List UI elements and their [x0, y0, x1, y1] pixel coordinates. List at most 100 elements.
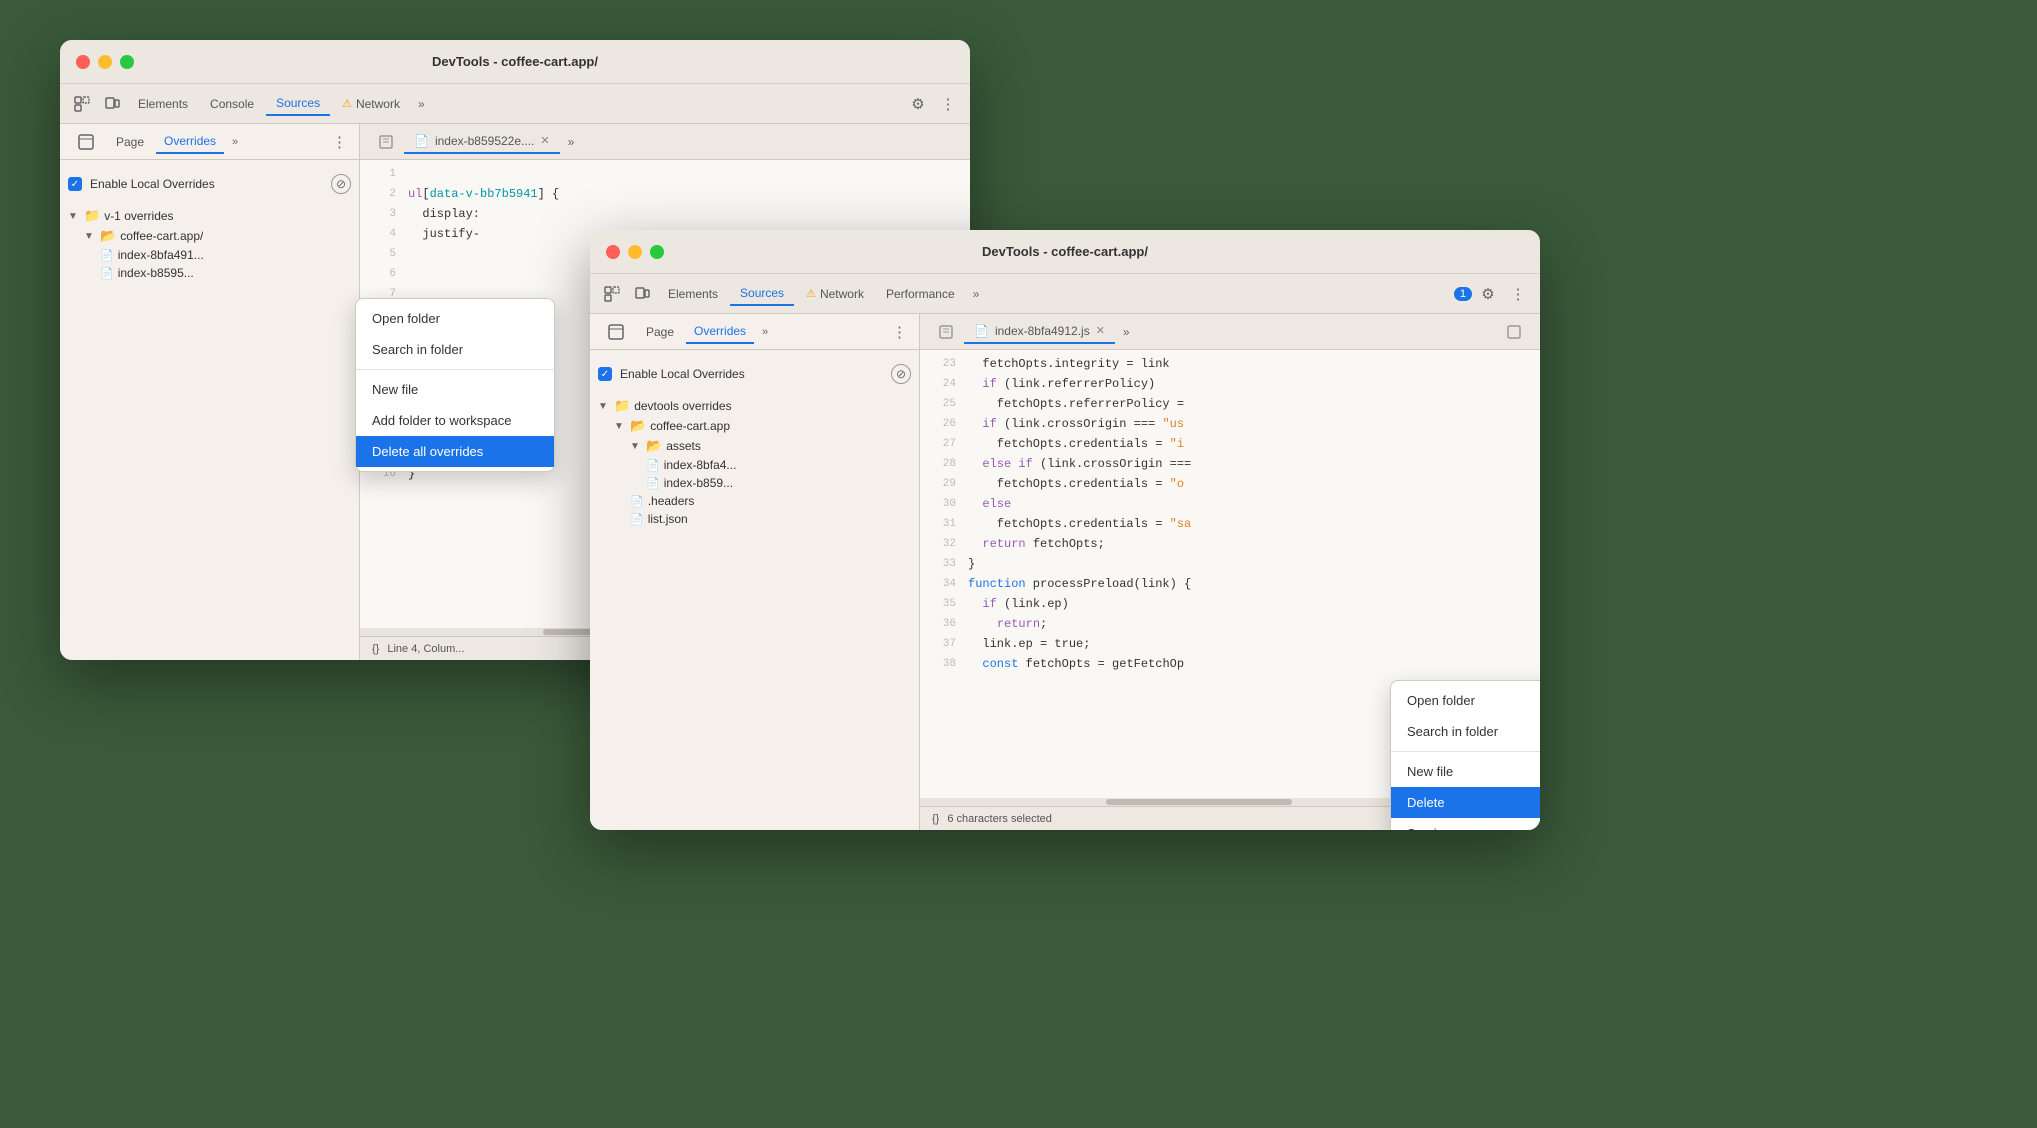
file-icon-headers-2: 📄 — [630, 495, 644, 508]
enable-overrides-checkbox-1[interactable]: ✓ — [68, 177, 82, 191]
tree-file-index8-2[interactable]: 📄 index-8bfa4... — [598, 456, 911, 474]
folder-icon-assets-2: 📂 — [646, 438, 662, 454]
ctx-delete-2[interactable]: Delete — [1391, 787, 1540, 818]
sidebar-content-1: ✓ Enable Local Overrides ⊘ ▼ 📁 v-1 overr… — [60, 160, 359, 660]
settings-icon-2[interactable]: ⚙ — [1474, 280, 1502, 308]
ctx-services-label-2: Services — [1407, 826, 1457, 830]
folder-icon-root-2: 📁 — [614, 398, 630, 414]
code-line-3: 3 display: — [360, 204, 970, 224]
tree-folder-coffee-2[interactable]: ▼ 📂 coffee-cart.app — [598, 416, 911, 436]
tree-arrow-root-2: ▼ — [598, 401, 610, 412]
file-icon-index8-2: 📄 — [646, 459, 660, 472]
sidebar-2: Page Overrides » ⋮ ✓ Enable Local Overri… — [590, 314, 920, 830]
tab-sources-2[interactable]: Sources — [730, 282, 794, 306]
tree-file-index8-1[interactable]: 📄 index-8bfa491... — [68, 246, 351, 264]
ctx-search-folder-1[interactable]: Search in folder — [356, 334, 554, 365]
ctx-new-file-2[interactable]: New file — [1391, 756, 1540, 787]
sidebar-icon-btn-1[interactable] — [68, 128, 104, 156]
ctx-services-2[interactable]: Services › — [1391, 818, 1540, 830]
tab-elements-1[interactable]: Elements — [128, 93, 198, 115]
window-title-2: DevTools - coffee-cart.app/ — [982, 244, 1148, 259]
ctx-add-folder-1[interactable]: Add folder to workspace — [356, 405, 554, 436]
code-line-36: 36 return; — [920, 614, 1540, 634]
ctx-search-folder-2[interactable]: Search in folder — [1391, 716, 1540, 747]
device-icon-2[interactable] — [628, 280, 656, 308]
editor-tab-label-2: index-8bfa4912.js — [995, 324, 1090, 338]
more-options-icon-1[interactable]: ⋮ — [934, 90, 962, 118]
clear-overrides-icon-2[interactable]: ⊘ — [891, 364, 911, 384]
editor-tab-more-2[interactable]: » — [1123, 325, 1130, 339]
code-line-2: 2 ul[data-v-bb7b5941] { — [360, 184, 970, 204]
inspector-icon[interactable] — [68, 90, 96, 118]
tab-console-1[interactable]: Console — [200, 93, 264, 115]
editor-collapse-icon-2[interactable] — [1496, 318, 1532, 346]
editor-sidebar-icon-1[interactable] — [368, 128, 404, 156]
ctx-delete-overrides-1[interactable]: Delete all overrides — [356, 436, 554, 467]
enable-overrides-label-1: Enable Local Overrides — [90, 177, 323, 191]
code-line-33: 33} — [920, 554, 1540, 574]
sidebar-tab-page-2[interactable]: Page — [638, 321, 682, 343]
sidebar-1: Page Overrides » ⋮ ✓ Enable Local Overri… — [60, 124, 360, 660]
tree-file-list-2[interactable]: 📄 list.json — [598, 510, 911, 528]
device-icon[interactable] — [98, 90, 126, 118]
ctx-open-folder-1[interactable]: Open folder — [356, 303, 554, 334]
tab-elements-2[interactable]: Elements — [658, 283, 728, 305]
tab-sources-1[interactable]: Sources — [266, 92, 330, 116]
enable-overrides-checkbox-2[interactable]: ✓ — [598, 367, 612, 381]
folder-icon-coffee-2: 📂 — [630, 418, 646, 434]
tree-file-indexb-1[interactable]: 📄 index-b8595... — [68, 264, 351, 282]
editor-tab-close-1[interactable]: ✕ — [540, 134, 549, 147]
tree-root-1: ▼ 📁 v-1 overrides — [68, 206, 351, 226]
code-line-23: 23 fetchOpts.integrity = link — [920, 354, 1540, 374]
code-line-29: 29 fetchOpts.credentials = "o — [920, 474, 1540, 494]
clear-overrides-icon-1[interactable]: ⊘ — [331, 174, 351, 194]
inspector-icon-2[interactable] — [598, 280, 626, 308]
code-line-26: 26 if (link.crossOrigin === "us — [920, 414, 1540, 434]
enable-overrides-label-2: Enable Local Overrides — [620, 367, 883, 381]
tab-more-2[interactable]: » — [967, 283, 986, 305]
enable-overrides-row-1: ✓ Enable Local Overrides ⊘ — [68, 170, 351, 198]
close-button-2[interactable] — [606, 245, 620, 259]
sidebar-tab-overrides-1[interactable]: Overrides — [156, 130, 224, 154]
code-line-1: 1 — [360, 164, 970, 184]
editor-tab-close-2[interactable]: ✕ — [1096, 324, 1105, 337]
more-options-icon-2[interactable]: ⋮ — [1504, 280, 1532, 308]
sidebar-menu-icon-2[interactable]: ⋮ — [888, 321, 911, 343]
tab-performance-2[interactable]: Performance — [876, 283, 965, 305]
ctx-open-folder-2[interactable]: Open folder — [1391, 685, 1540, 716]
sidebar-menu-icon-1[interactable]: ⋮ — [328, 131, 351, 153]
fullscreen-button-1[interactable] — [120, 55, 134, 69]
sidebar-tab-page-1[interactable]: Page — [108, 131, 152, 153]
minimize-button-1[interactable] — [98, 55, 112, 69]
tree-file-indexb-2[interactable]: 📄 index-b859... — [598, 474, 911, 492]
tab-bar-1: Elements Console Sources ⚠ Network » ⚙ ⋮ — [60, 84, 970, 124]
tree-root-label-1: v-1 overrides — [104, 209, 173, 223]
tab-network-2[interactable]: ⚠ Network — [796, 283, 874, 305]
tree-folder-coffee-1[interactable]: ▼ 📂 coffee-cart.app/ — [68, 226, 351, 246]
minimize-button-2[interactable] — [628, 245, 642, 259]
settings-icon-1[interactable]: ⚙ — [904, 90, 932, 118]
sidebar-tab-more-2[interactable]: » — [758, 324, 772, 340]
tree-label-headers-2: .headers — [648, 494, 695, 508]
titlebar-2: DevTools - coffee-cart.app/ — [590, 230, 1540, 274]
editor-tabs-2: 📄 index-8bfa4912.js ✕ » — [920, 314, 1540, 350]
ctx-new-file-1[interactable]: New file — [356, 374, 554, 405]
editor-tab-more-1[interactable]: » — [568, 135, 575, 149]
tab-more-1[interactable]: » — [412, 93, 431, 115]
tree-file-headers-2[interactable]: 📄 .headers — [598, 492, 911, 510]
status-text-2: 6 characters selected — [947, 813, 1052, 825]
tab-network-1[interactable]: ⚠ Network — [332, 93, 410, 115]
editor-sidebar-icon-2[interactable] — [928, 318, 964, 346]
tree-root-label-2: devtools overrides — [634, 399, 731, 413]
editor-tab-active-1[interactable]: 📄 index-b859522e.... ✕ — [404, 130, 560, 154]
code-line-37: 37 link.ep = true; — [920, 634, 1540, 654]
tree-folder-assets-2[interactable]: ▼ 📂 assets — [598, 436, 911, 456]
sidebar-tab-overrides-2[interactable]: Overrides — [686, 320, 754, 344]
fullscreen-button-2[interactable] — [650, 245, 664, 259]
code-line-31: 31 fetchOpts.credentials = "sa — [920, 514, 1540, 534]
sidebar-tab-more-1[interactable]: » — [228, 134, 242, 150]
editor-tab-active-2[interactable]: 📄 index-8bfa4912.js ✕ — [964, 320, 1115, 344]
tab-bar-2: Elements Sources ⚠ Network Performance »… — [590, 274, 1540, 314]
sidebar-icon-btn-2[interactable] — [598, 318, 634, 346]
close-button-1[interactable] — [76, 55, 90, 69]
